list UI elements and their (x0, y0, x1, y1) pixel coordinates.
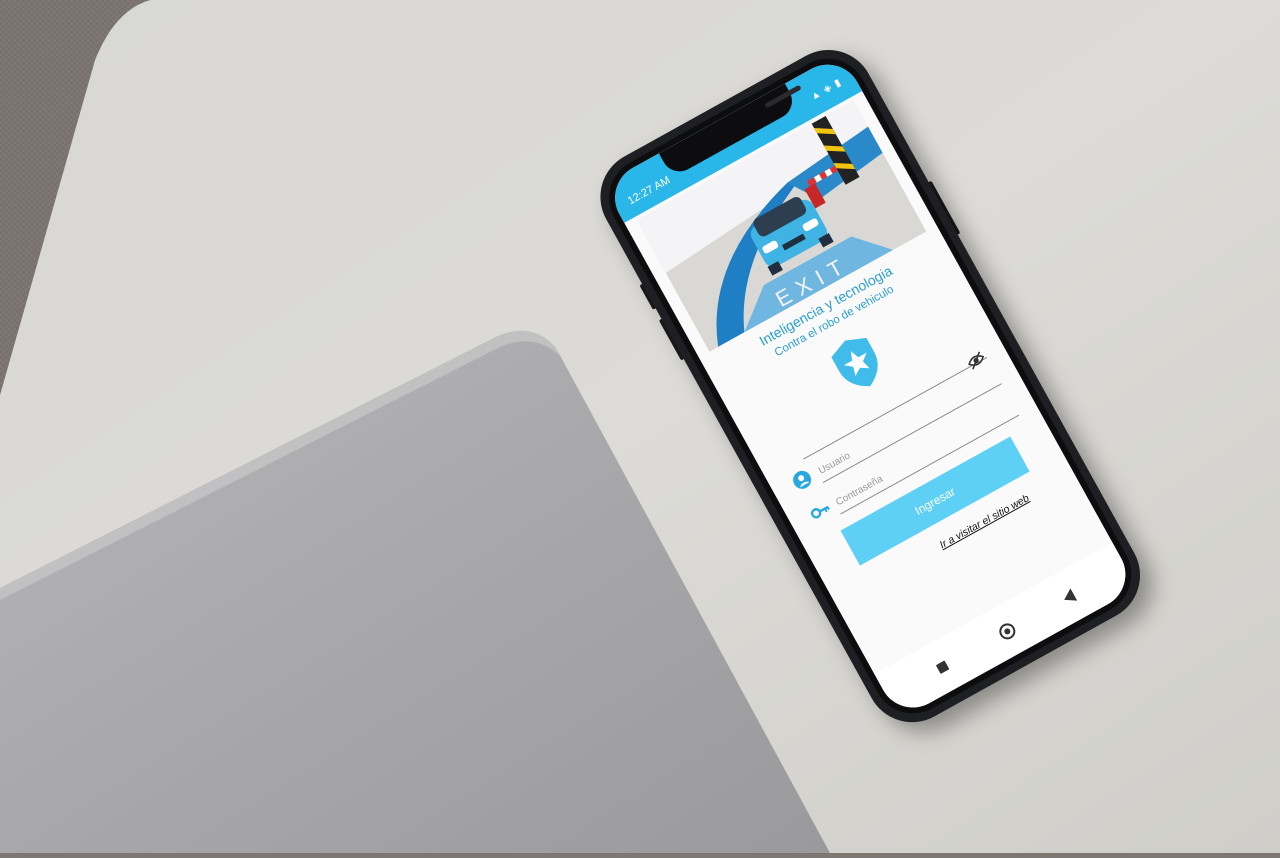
home-icon[interactable] (996, 620, 1019, 643)
status-time: 12:27 AM (625, 174, 673, 208)
android-nav-bar (874, 542, 1138, 720)
status-icons: ▲ ◈ ▮ (808, 76, 844, 103)
key-icon (807, 499, 831, 523)
back-icon[interactable] (1060, 588, 1078, 606)
user-circle-icon (790, 468, 814, 492)
username-placeholder: Usuario (816, 450, 853, 477)
recents-icon[interactable] (935, 660, 950, 675)
